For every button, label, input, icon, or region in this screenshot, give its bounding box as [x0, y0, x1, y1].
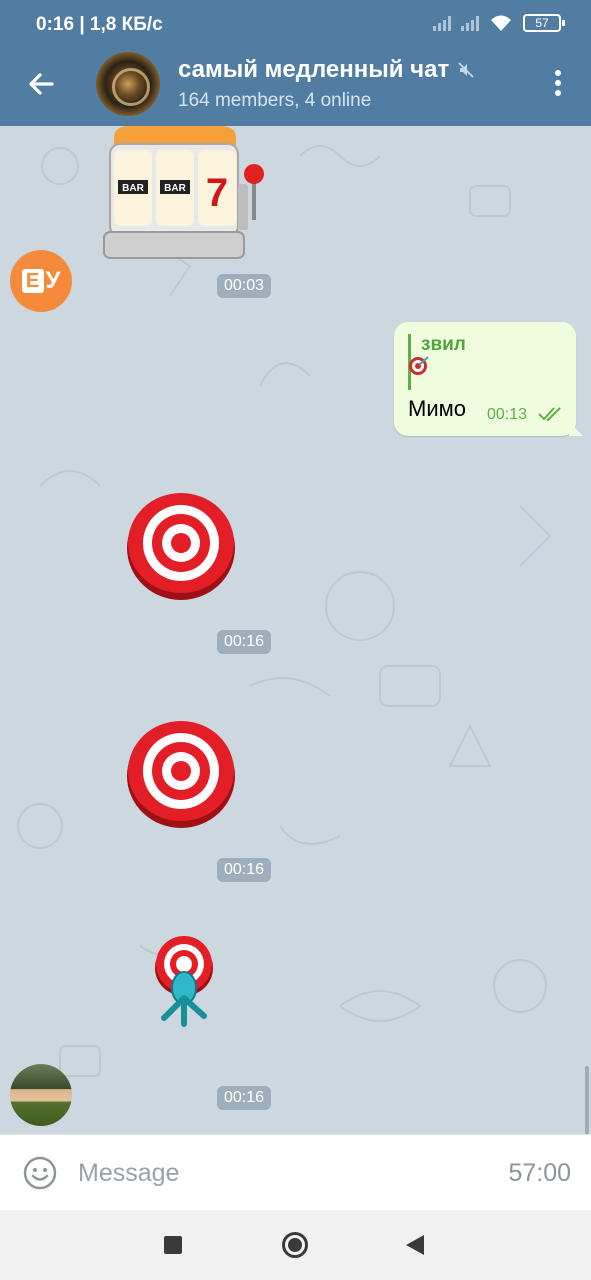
signal-icon-2 [461, 15, 479, 31]
reply-author: звил [421, 334, 466, 355]
network-speed: | 1,8 КБ/с [79, 14, 163, 35]
message-text: Мимо [408, 396, 466, 421]
chat-subtitle[interactable]: 164 members, 4 online [178, 90, 371, 112]
battery-icon: 57 [523, 14, 565, 32]
dart-target-hit-sticker[interactable] [150, 932, 220, 1028]
chat-title-text: самый медленный чат [178, 56, 450, 83]
chat-header: самый медленный чат 164 members, 4 onlin… [0, 42, 591, 126]
wifi-icon [491, 15, 511, 31]
home-button[interactable] [282, 1232, 308, 1258]
signal-icon [433, 15, 451, 31]
message-time: 00:13 [487, 406, 528, 423]
svg-text:7: 7 [206, 171, 228, 215]
muted-icon [458, 62, 474, 78]
slowmode-timer: 57:00 [508, 1159, 571, 1187]
chat-area[interactable]: BAR BAR 7 00:03 ЕУ звил Мимо 00:13 00:16… [0, 126, 591, 1134]
svg-text:BAR: BAR [122, 183, 144, 194]
back-button[interactable] [406, 1235, 424, 1255]
message-time: 00:16 [217, 1086, 272, 1110]
android-nav-bar [0, 1210, 591, 1280]
slot-machine-sticker[interactable]: BAR BAR 7 [100, 126, 268, 266]
read-checkmarks-icon [538, 407, 561, 422]
battery-level: 57 [535, 16, 549, 30]
chat-background-pattern [17, 145, 552, 1077]
recents-button[interactable] [164, 1236, 182, 1254]
message-input[interactable] [78, 1153, 458, 1193]
scrollbar[interactable] [585, 1066, 589, 1134]
avatar-ey[interactable]: ЕУ [10, 250, 72, 312]
chat-title[interactable]: самый медленный чат [178, 56, 475, 84]
outgoing-message-bubble[interactable]: звил Мимо 00:13 [394, 322, 576, 436]
dart-emoji-icon [409, 356, 429, 375]
status-bar: 0:16 | 1,8 КБ/с 57 [0, 0, 591, 42]
more-menu-icon[interactable] [553, 70, 563, 100]
message-time: 00:03 [217, 274, 272, 298]
dart-target-sticker[interactable] [124, 488, 238, 602]
status-icons: 57 [433, 14, 565, 32]
group-avatar[interactable] [96, 52, 160, 116]
dart-target-sticker[interactable] [124, 716, 238, 830]
message-time: 00:16 [217, 858, 272, 882]
avatar-ey-box: Е [21, 269, 44, 293]
message-input-bar: 57:00 [0, 1134, 591, 1210]
svg-text:BAR: BAR [164, 183, 186, 194]
emoji-icon[interactable] [22, 1155, 58, 1191]
status-time: 0:16 | 1,8 КБ/с [36, 14, 163, 36]
message-time: 00:16 [217, 630, 272, 654]
avatar-ey-letter: У [45, 267, 61, 294]
clock: 0:16 [36, 14, 75, 35]
back-arrow-icon[interactable] [22, 64, 62, 104]
avatar-user[interactable] [10, 1064, 72, 1126]
